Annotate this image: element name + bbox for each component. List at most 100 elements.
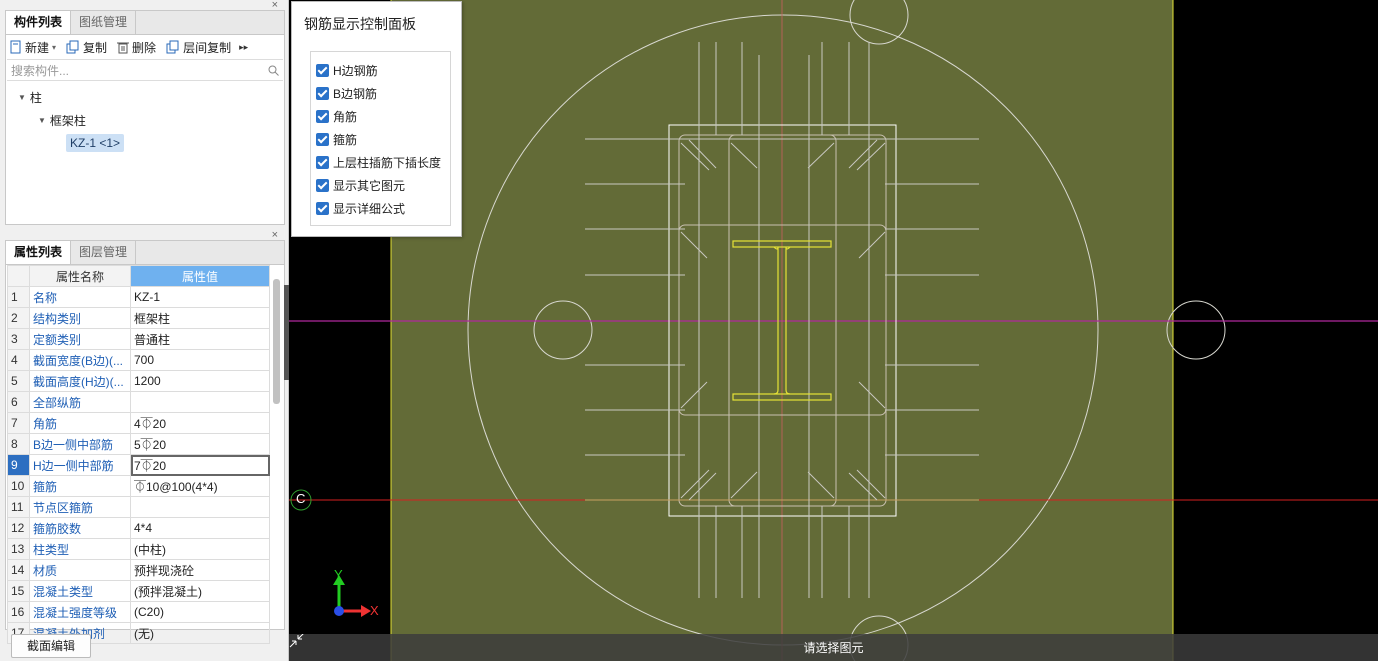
ucs-y-label: Y [334,567,343,582]
tab-component-list[interactable]: 构件列表 [6,11,72,34]
row-number: 8 [7,433,30,455]
table-row[interactable]: 13 柱类型 (中柱) [7,538,270,560]
row-number: 1 [7,286,30,308]
chevron-down-icon[interactable]: ▾ [52,43,56,52]
table-row[interactable]: 8 B边一侧中部筋 5⏁20 [7,433,270,455]
left-panel: × 构件列表 图纸管理 新建 ▾ 复制 删除 层间复制 ▸▸ 搜索构件... ▼… [0,0,289,661]
property-name: 结构类别 [29,307,131,329]
property-name: 混凝土强度等级 [29,601,131,623]
option-detail-formula[interactable]: 显示详细公式 [316,200,405,217]
option-other-elements[interactable]: 显示其它图元 [316,177,405,194]
close-icon[interactable]: × [272,229,278,241]
table-row[interactable]: 3 定额类别 普通柱 [7,328,270,350]
checkbox[interactable] [316,110,329,123]
property-name: 柱类型 [29,538,131,560]
checkbox[interactable] [316,64,329,77]
option-corner-rebar[interactable]: 角筋 [316,108,357,125]
component-tabs: 构件列表 图纸管理 [6,11,284,35]
table-row[interactable]: 6 全部纵筋 [7,391,270,413]
table-row[interactable]: 11 节点区箍筋 [7,496,270,518]
property-value[interactable]: 4*4 [130,517,270,539]
property-value[interactable]: 5⏁20 [130,433,270,455]
table-row[interactable]: 10 箍筋 ⏁10@100(4*4) [7,475,270,497]
option-label: H边钢筋 [333,64,378,78]
property-list-pane: × 属性列表 图层管理 属性名称 属性值 1 名称 KZ-1 2 结构类别 框架柱 3 定额类… [5,229,285,644]
floor-copy-button[interactable]: 层间复制 [166,39,231,56]
options-box: H边钢筋 B边钢筋 角筋 箍筋 上层柱插筋下插长度 显示其它图元 显示详细公式 [310,51,451,226]
option-b-rebar[interactable]: B边钢筋 [316,85,377,102]
component-toolbar: 新建 ▾ 复制 删除 层间复制 ▸▸ [6,35,284,59]
checkbox[interactable] [316,87,329,100]
checkbox[interactable] [316,133,329,146]
option-stirrup[interactable]: 箍筋 [316,131,357,148]
property-value[interactable]: ⏁10@100(4*4) [130,475,270,497]
option-label: 显示详细公式 [333,202,406,216]
delete-button[interactable]: 删除 [117,39,156,56]
tree-node-kz1[interactable]: KZ-1 <1> [66,134,125,152]
property-value[interactable]: (预拌混凝土) [130,580,270,602]
tab-layer-management[interactable]: 图层管理 [71,241,137,264]
table-row[interactable]: 4 截面宽度(B边)(... 700 [7,349,270,371]
property-tabs: 属性列表 图层管理 [6,241,284,265]
property-name: 定额类别 [29,328,131,350]
row-number: 9 [7,454,30,476]
tab-drawing-management[interactable]: 图纸管理 [71,11,137,34]
property-name: 名称 [29,286,131,308]
table-row[interactable]: 1 名称 KZ-1 [7,286,270,308]
property-value[interactable]: 700 [130,349,270,371]
property-table: 属性名称 属性值 1 名称 KZ-1 2 结构类别 框架柱 3 定额类别 普通柱 4 截面宽度(B边… [7,265,270,644]
checkbox[interactable] [316,179,329,192]
search-icon[interactable] [268,65,279,76]
copy-icon [66,40,79,54]
row-number: 7 [7,412,30,434]
scrollbar[interactable] [273,279,280,404]
property-value[interactable]: 预拌现浇砼 [130,559,270,581]
property-value[interactable] [130,391,270,413]
table-row[interactable]: 5 截面高度(H边)(... 1200 [7,370,270,392]
table-row[interactable]: 7 角筋 4⏁20 [7,412,270,434]
option-label: 角筋 [333,110,358,124]
component-list-pane: × 构件列表 图纸管理 新建 ▾ 复制 删除 层间复制 ▸▸ 搜索构件... ▼… [5,0,285,225]
tree-node-frame-column[interactable]: ▼ 框架柱 [38,112,86,129]
table-row[interactable]: 16 混凝土强度等级 (C20) [7,601,270,623]
more-tools-icon[interactable]: ▸▸ [239,42,248,53]
property-name: 箍筋 [29,475,131,497]
copy-button[interactable]: 复制 [66,39,107,56]
rebar-display-panel: 钢筋显示控制面板 H边钢筋 B边钢筋 角筋 箍筋 上层柱插筋下插长度 显示其它图… [291,1,462,237]
row-number: 14 [7,559,30,581]
row-number: 15 [7,580,30,602]
option-upper-dowel[interactable]: 上层柱插筋下插长度 [316,154,441,171]
property-value[interactable]: 框架柱 [130,307,270,329]
property-value[interactable]: KZ-1 [130,286,270,308]
checkbox[interactable] [316,202,329,215]
table-row[interactable]: 12 箍筋胶数 4*4 [7,517,270,539]
row-number-header [7,265,30,287]
property-value[interactable]: 1200 [130,370,270,392]
tree-node-column[interactable]: ▼ 柱 [18,89,42,106]
property-value[interactable]: (C20) [130,601,270,623]
tab-property-list[interactable]: 属性列表 [6,241,72,264]
property-value[interactable]: 普通柱 [130,328,270,350]
table-row[interactable]: 15 混凝土类型 (预拌混凝土) [7,580,270,602]
checkbox[interactable] [316,156,329,169]
delete-button-label: 删除 [132,40,157,55]
expand-triangle-icon[interactable]: ▼ [18,93,26,102]
row-number: 12 [7,517,30,539]
row-number: 13 [7,538,30,560]
property-name: 材质 [29,559,131,581]
expand-triangle-icon[interactable]: ▼ [38,116,46,125]
component-search-input[interactable]: 搜索构件... [7,59,283,81]
table-row[interactable]: 9 H边一侧中部筋 7⏁20 [7,454,270,476]
property-value[interactable] [130,496,270,518]
property-value[interactable]: 7⏁20 [130,454,270,476]
close-icon[interactable]: × [272,0,278,11]
row-number: 4 [7,349,30,371]
section-edit-button[interactable]: 截面编辑 [11,634,91,658]
option-h-rebar[interactable]: H边钢筋 [316,62,378,79]
property-value[interactable]: 4⏁20 [130,412,270,434]
property-value[interactable]: (中柱) [130,538,270,560]
new-button[interactable]: 新建 ▾ [10,39,56,56]
property-value[interactable]: (无) [130,622,270,644]
table-row[interactable]: 14 材质 预拌现浇砼 [7,559,270,581]
table-row[interactable]: 2 结构类别 框架柱 [7,307,270,329]
